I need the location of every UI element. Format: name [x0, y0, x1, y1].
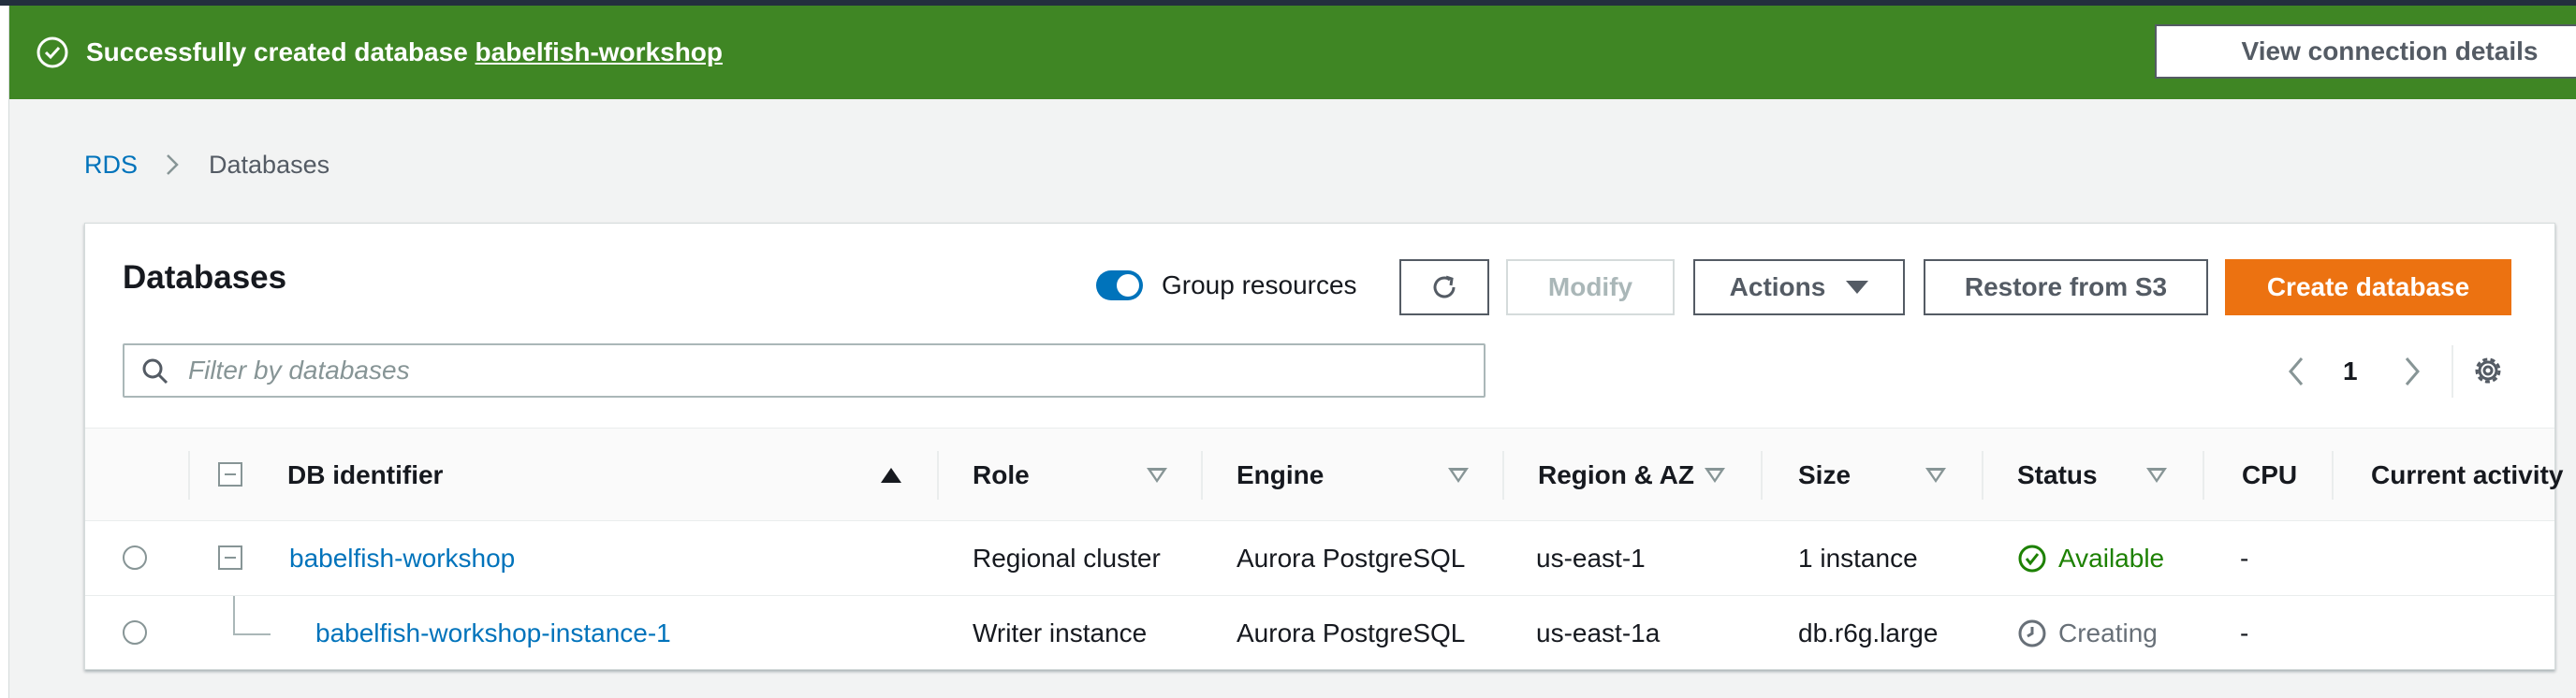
refresh-icon: [1433, 275, 1456, 298]
flash-message-text: Successfully created database: [86, 37, 468, 66]
column-header-current-activity[interactable]: Current activity: [2371, 429, 2563, 522]
column-header-engine[interactable]: Engine: [1237, 429, 1324, 522]
success-check-icon: [37, 36, 68, 68]
cpu-cell: -: [2240, 618, 2249, 647]
column-divider: [1502, 451, 1504, 500]
breadcrumb-current: Databases: [209, 150, 330, 179]
db-identifier-link[interactable]: babelfish-workshop-instance-1: [315, 596, 671, 671]
filter-field: [123, 343, 1486, 398]
flash-message: Successfully created database babelfish-…: [86, 37, 723, 67]
group-resources-label: Group resources: [1162, 270, 1357, 299]
column-divider: [1201, 451, 1203, 500]
restore-from-s3-button[interactable]: Restore from S3: [1924, 259, 2208, 315]
view-connection-details-button[interactable]: View connection details: [2155, 24, 2576, 79]
filter-databases-input[interactable]: [188, 353, 1471, 388]
side-navigation-edge: [0, 6, 9, 698]
panel-title: Databases: [123, 259, 287, 296]
next-page-icon[interactable]: [2403, 355, 2422, 388]
create-database-button[interactable]: Create database: [2225, 259, 2511, 315]
sort-icon[interactable]: [1147, 468, 1167, 483]
actions-label: Actions: [1729, 272, 1826, 301]
clock-icon: [2018, 619, 2046, 647]
collapse-all-icon[interactable]: [218, 462, 242, 487]
column-header-role[interactable]: Role: [973, 429, 1030, 522]
collapse-row-icon[interactable]: [218, 545, 242, 570]
sort-ascending-icon[interactable]: [881, 468, 901, 483]
column-divider: [937, 451, 939, 500]
row-select-radio[interactable]: [123, 545, 147, 570]
sort-icon[interactable]: [1925, 468, 1946, 483]
column-header-db-identifier[interactable]: DB identifier: [287, 429, 443, 522]
current-page-number[interactable]: 1: [2343, 356, 2358, 386]
column-divider: [2332, 451, 2334, 500]
sort-icon[interactable]: [2146, 468, 2167, 483]
sort-icon[interactable]: [1705, 468, 1725, 483]
region-cell: us-east-1a: [1536, 618, 1661, 647]
role-cell: Writer instance: [973, 618, 1148, 647]
modify-button[interactable]: Modify: [1506, 259, 1675, 315]
status-cell: Available: [2017, 521, 2164, 596]
breadcrumb: RDS Databases: [84, 150, 329, 180]
size-cell: db.r6g.large: [1798, 618, 1939, 647]
db-identifier-link[interactable]: babelfish-workshop: [289, 521, 515, 596]
previous-page-icon[interactable]: [2287, 355, 2305, 388]
status-text: Available: [2058, 544, 2165, 573]
refresh-button[interactable]: [1399, 259, 1489, 315]
actions-dropdown-button[interactable]: Actions: [1693, 259, 1905, 315]
column-divider: [1982, 451, 1983, 500]
group-resources-toggle-wrap: Group resources: [1096, 270, 1357, 300]
chevron-right-icon: [167, 154, 179, 175]
column-divider: [1761, 451, 1763, 500]
column-header-region-az[interactable]: Region & AZ: [1538, 429, 1694, 522]
engine-cell: Aurora PostgreSQL: [1237, 544, 1466, 573]
tree-connector: [233, 596, 235, 633]
table-row[interactable]: babelfish-workshop Regional cluster Auro…: [85, 521, 2554, 596]
column-divider: [2203, 451, 2204, 500]
status-cell: Creating: [2017, 596, 2158, 671]
status-text: Creating: [2058, 618, 2158, 647]
tree-connector: [233, 633, 271, 635]
caret-down-icon: [1846, 281, 1869, 294]
search-icon: [142, 358, 168, 385]
column-divider: [188, 451, 190, 500]
role-cell: Regional cluster: [973, 544, 1161, 573]
table-row[interactable]: babelfish-workshop-instance-1 Writer ins…: [85, 596, 2554, 671]
size-cell: 1 instance: [1798, 544, 1918, 573]
group-resources-toggle[interactable]: [1096, 270, 1143, 300]
sort-icon[interactable]: [1448, 468, 1469, 483]
status-available-icon: [2018, 545, 2046, 573]
column-header-status[interactable]: Status: [2017, 429, 2098, 522]
engine-cell: Aurora PostgreSQL: [1237, 618, 1466, 647]
cpu-cell: -: [2240, 544, 2249, 573]
region-cell: us-east-1: [1536, 544, 1646, 573]
pager-divider: [2452, 345, 2453, 398]
databases-panel: Databases Group resources Modify Actions…: [84, 223, 2563, 671]
row-select-radio[interactable]: [123, 620, 147, 645]
gear-icon[interactable]: [2470, 353, 2506, 388]
column-header-size[interactable]: Size: [1798, 429, 1851, 522]
flash-database-link[interactable]: babelfish-workshop: [476, 37, 723, 66]
column-header-cpu[interactable]: CPU: [2242, 429, 2297, 522]
table-header: DB identifier Role Engine Region & AZ Si…: [85, 428, 2563, 522]
breadcrumb-rds-link[interactable]: RDS: [84, 151, 138, 180]
success-flash-banner: Successfully created database babelfish-…: [9, 6, 2576, 99]
